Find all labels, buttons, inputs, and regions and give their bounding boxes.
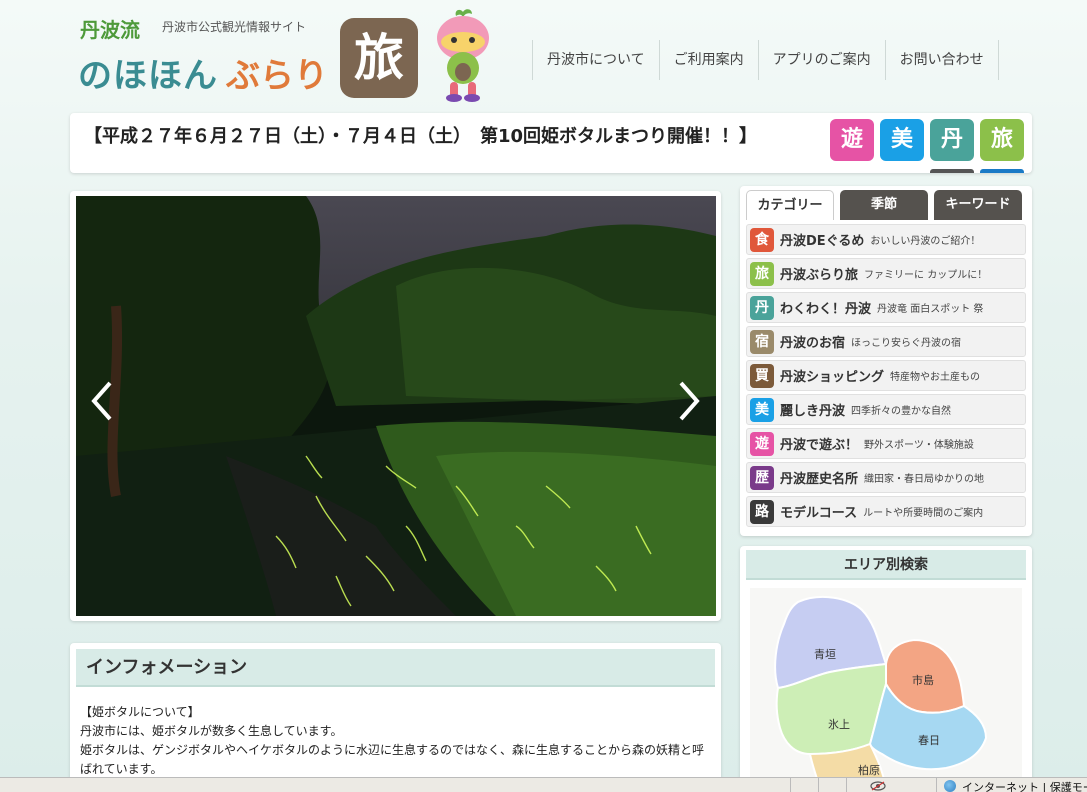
info-line: 丹波市には、姫ボタルが数多く生息しています。 — [80, 724, 343, 738]
lodging-icon: 宿 — [750, 329, 774, 354]
category-name: モデルコース — [780, 506, 858, 521]
chevron-left-icon — [91, 381, 112, 421]
category-shopping[interactable]: 買 丹波ショッピング 特産物やお土産もの — [746, 360, 1026, 391]
category-desc: ファミリーに カップルに！ — [864, 270, 988, 281]
tamba-area-map: 青垣 市島 氷上 春日 柏原 — [774, 595, 988, 786]
category-model-course[interactable]: 路 モデルコース ルートや所要時間のご案内 — [746, 496, 1026, 527]
category-name: 丹波ぶらり旅 — [780, 268, 859, 283]
slide-prev-button[interactable] — [88, 379, 116, 423]
category-name: わくわく！丹波 — [780, 302, 872, 317]
category-list: 食 丹波DEぐるめ おいしい丹波のご紹介！ 旅 丹波ぶらり旅 ファミリーに カッ… — [746, 224, 1026, 530]
sidebar-tabs: カテゴリー 季節 キーワード — [746, 190, 1022, 220]
information-body: 【姫ボタルについて】 丹波市には、姫ボタルが数多く生息しています。 姫ボタルは、… — [80, 703, 710, 779]
area-search-panel: エリア別検索 青垣 市島 氷上 春日 柏原 — [740, 546, 1032, 786]
region-label-hikami: 氷上 — [828, 718, 850, 731]
category-desc: 特産物やお土産もの — [890, 372, 981, 383]
mascot-icon — [437, 9, 489, 102]
badge-tabi[interactable]: 旅 — [980, 119, 1024, 161]
nav-usage-guide[interactable]: ご利用案内 — [658, 40, 758, 80]
gourmet-icon: 食 — [750, 227, 774, 252]
region-label-kasuga: 春日 — [918, 734, 940, 747]
badge-row-2 — [930, 169, 1024, 173]
category-desc: ルートや所要時間のご案内 — [863, 508, 984, 519]
category-name: 丹波のお宿 — [780, 336, 846, 351]
region-label-ichijima: 市島 — [912, 673, 934, 687]
information-panel: インフォメーション 【姫ボタルについて】 丹波市には、姫ボタルが数多く生息してい… — [70, 643, 721, 783]
privacy-eye-icon[interactable] — [870, 781, 886, 791]
site-logo[interactable]: 丹波流 丹波市公式観光情報サイト のほほん ぶらり 旅 — [70, 8, 510, 108]
security-zone-text[interactable]: インターネット | 保護モード — [962, 779, 1087, 792]
category-name: 丹波DEぐるめ — [780, 234, 865, 249]
region-label-kaibara: 柏原 — [858, 763, 880, 777]
status-divider — [936, 778, 937, 792]
area-search-heading: エリア別検索 — [746, 550, 1026, 580]
tamba-icon: 丹 — [750, 295, 774, 320]
info-line: 【姫ボタルについて】 — [80, 705, 200, 719]
logo-tabi-mark: 旅 — [340, 18, 418, 98]
category-desc: 織田家・春日局ゆかりの地 — [864, 474, 985, 485]
firefly-photo — [76, 196, 716, 616]
status-divider — [846, 778, 847, 792]
category-gourmet[interactable]: 食 丹波DEぐるめ おいしい丹波のご紹介！ — [746, 224, 1026, 255]
nav-app-info[interactable]: アプリのご案内 — [757, 40, 885, 80]
logo-main-text-2: ぶらり — [226, 56, 328, 96]
logo-main-text-1: のほほん — [78, 56, 218, 96]
badge-tan[interactable]: 丹 — [930, 119, 974, 161]
nav-about-tamba[interactable]: 丹波市について — [532, 40, 659, 80]
category-desc: 野外スポーツ・体験施設 — [864, 440, 974, 451]
badge-stub-1 — [930, 169, 974, 173]
category-badges: 遊 美 丹 旅 — [830, 119, 1024, 161]
category-trip[interactable]: 旅 丹波ぶらり旅 ファミリーに カップルに！ — [746, 258, 1026, 289]
route-icon: 路 — [750, 499, 774, 524]
news-headline[interactable]: 【平成２７年６月２７日（土）・７月４日（土） 第10回姫ボタルまつり開催！！】 — [84, 125, 804, 149]
category-lodging[interactable]: 宿 丹波のお宿 ほっこり安らぐ丹波の宿 — [746, 326, 1026, 357]
category-sidebar: カテゴリー 季節 キーワード 食 丹波DEぐるめ おいしい丹波のご紹介！ 旅 丹… — [740, 186, 1032, 536]
category-desc: 四季折々の豊かな自然 — [851, 406, 952, 417]
tab-category[interactable]: カテゴリー — [746, 190, 834, 220]
trip-icon: 旅 — [750, 261, 774, 286]
category-name: 丹波歴史名所 — [780, 472, 859, 487]
logo-small-text: 丹波流 — [80, 18, 140, 42]
badge-stub-2 — [980, 169, 1024, 173]
category-history[interactable]: 歴 丹波歴史名所 織田家・春日局ゆかりの地 — [746, 462, 1026, 493]
photo-slideshow — [70, 191, 721, 621]
scenery-icon: 美 — [750, 397, 774, 422]
region-label-aogaki: 青垣 — [814, 648, 836, 661]
category-desc: ほっこり安らぐ丹波の宿 — [851, 338, 962, 349]
information-heading: インフォメーション — [76, 649, 715, 687]
play-icon: 遊 — [750, 431, 774, 456]
category-desc: おいしい丹波のご紹介！ — [870, 236, 981, 247]
category-scenery[interactable]: 美 麗しき丹波 四季折々の豊かな自然 — [746, 394, 1026, 425]
main-nav: 丹波市について ご利用案内 アプリのご案内 お問い合わせ — [532, 40, 999, 80]
info-line: 姫ボタルは、ゲンジボタルやヘイケボタルのように水辺に生息するのではなく、森に生息… — [80, 743, 705, 757]
category-name: 丹波ショッピング — [780, 370, 885, 385]
badge-asobu[interactable]: 遊 — [830, 119, 874, 161]
news-banner: 【平成２７年６月２７日（土）・７月４日（土） 第10回姫ボタルまつり開催！！】 … — [70, 113, 1032, 173]
category-desc: 丹波竜 面白スポット 祭 — [877, 304, 984, 315]
logo-subtitle: 丹波市公式観光情報サイト — [162, 20, 307, 34]
chevron-right-icon — [679, 381, 700, 421]
slide-next-button[interactable] — [675, 379, 703, 423]
area-map: 青垣 市島 氷上 春日 柏原 — [750, 588, 1022, 786]
night-stream-scene — [76, 196, 716, 616]
browser-status-bar: インターネット | 保護モード — [0, 777, 1087, 792]
badge-bi[interactable]: 美 — [880, 119, 924, 161]
history-icon: 歴 — [750, 465, 774, 490]
category-name: 丹波で遊ぶ！ — [780, 438, 859, 453]
category-name: 麗しき丹波 — [780, 404, 846, 419]
tab-season[interactable]: 季節 — [840, 190, 928, 220]
internet-zone-icon — [944, 780, 956, 792]
tab-keyword[interactable]: キーワード — [934, 190, 1022, 220]
nav-contact[interactable]: お問い合わせ — [884, 40, 999, 80]
shopping-icon: 買 — [750, 363, 774, 388]
status-divider — [790, 778, 791, 792]
category-wakuwaku[interactable]: 丹 わくわく！丹波 丹波竜 面白スポット 祭 — [746, 292, 1026, 323]
category-play[interactable]: 遊 丹波で遊ぶ！ 野外スポーツ・体験施設 — [746, 428, 1026, 459]
status-divider — [818, 778, 819, 792]
